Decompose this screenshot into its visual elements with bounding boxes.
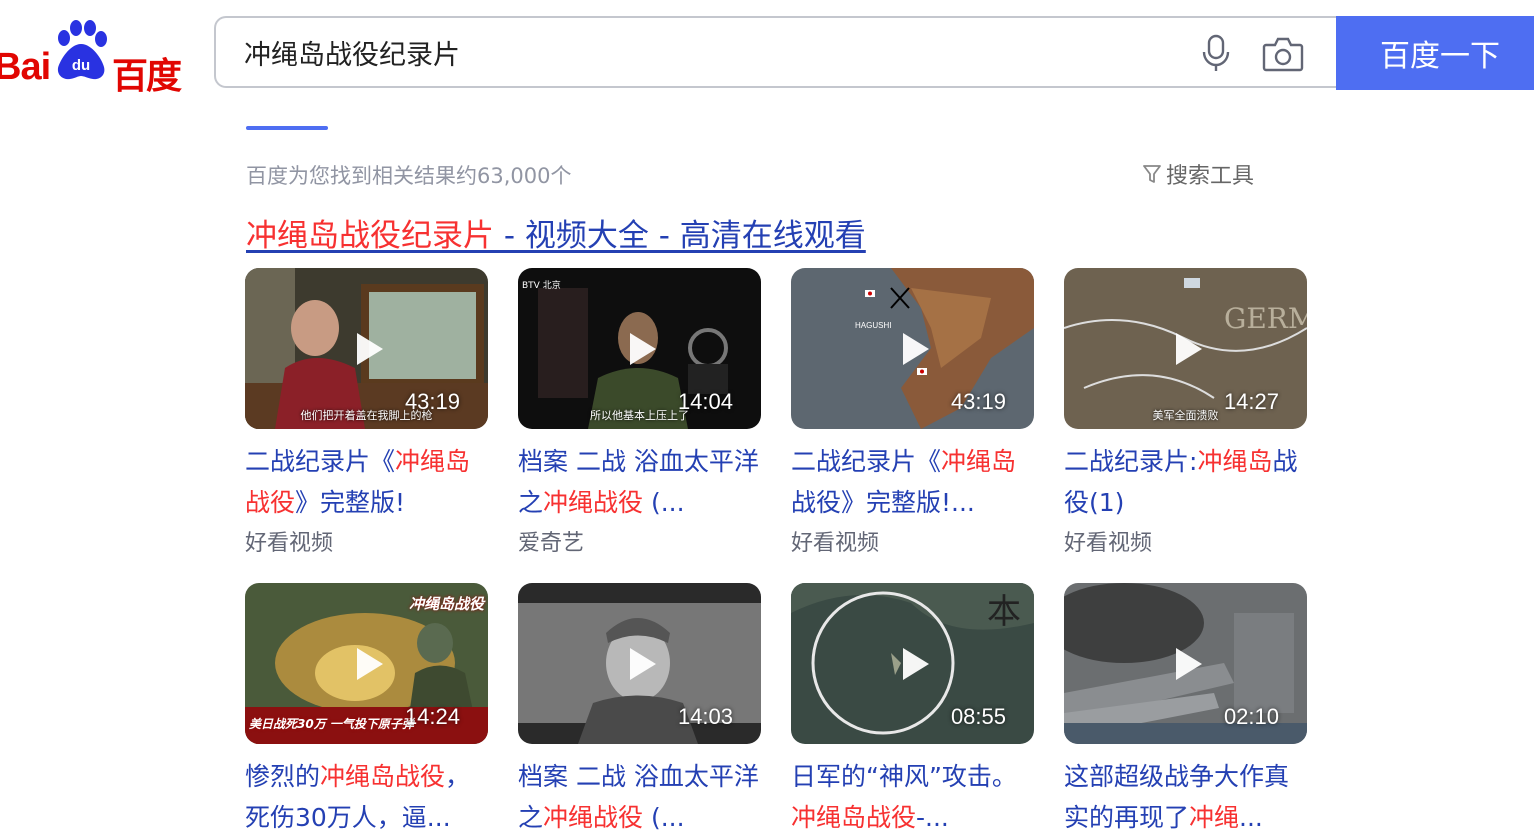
video-duration: 43:19: [404, 389, 460, 414]
map-label: GERMANY: [1224, 302, 1307, 335]
video-card[interactable]: HAGUSHI 43:19 二战纪录片《冲绳岛战役》完整版!... 好看视频: [791, 268, 1035, 557]
filter-icon: [1143, 165, 1161, 183]
video-source: 好看视频: [1064, 531, 1153, 556]
video-thumbnail[interactable]: 02:10: [1064, 583, 1307, 744]
logo-paw-text: du: [72, 57, 90, 74]
video-duration: 14:03: [677, 704, 733, 729]
play-icon: [629, 332, 656, 365]
play-icon: [1175, 647, 1202, 680]
video-thumbnail[interactable]: 他们把开着盖在我脚上的枪 43:19: [245, 268, 488, 429]
video-thumbnail[interactable]: 14:03: [518, 583, 761, 744]
result-title-highlight: 冲绳岛战役纪录片: [246, 218, 494, 254]
search-box: [214, 16, 1336, 88]
result-title-link[interactable]: 冲绳岛战役纪录片 - 视频大全 - 高清在线观看: [246, 210, 866, 255]
play-icon: [356, 647, 383, 680]
video-thumbnail[interactable]: GERMANY 美军全面溃败 14:27: [1064, 268, 1307, 429]
video-card[interactable]: 02:10 这部超级战争大作真实的再现了冲绳...: [1064, 583, 1308, 838]
microphone-icon[interactable]: [1200, 34, 1232, 72]
title-part: 二战纪录片《: [791, 447, 942, 476]
map-label: HAGUSHI: [855, 321, 891, 330]
camera-icon[interactable]: [1262, 36, 1304, 72]
play-icon: [356, 332, 383, 365]
thumbnail-overlay-title: 冲绳岛战役: [408, 595, 484, 613]
title-part: 二战纪录片:: [1064, 447, 1198, 476]
play-icon: [902, 332, 929, 365]
title-highlight: 冲绳岛: [1197, 447, 1273, 476]
video-duration: 14:24: [404, 704, 460, 729]
title-part: (...: [643, 488, 685, 517]
video-title[interactable]: 二战纪录片:冲绳岛战役(1): [1064, 441, 1308, 523]
video-duration: 14:04: [677, 389, 733, 414]
video-duration: 43:19: [950, 389, 1006, 414]
title-part: 二战纪录片《: [245, 447, 396, 476]
video-source: 好看视频: [791, 531, 880, 556]
title-part: 惨烈的: [245, 762, 321, 791]
video-title[interactable]: 档案 二战 浴血太平洋之冲绳战役 (...: [518, 441, 762, 523]
video-source: 好看视频: [245, 531, 334, 556]
video-title[interactable]: 惨烈的冲绳岛战役，死伤30万人，逼...: [245, 756, 489, 838]
search-tools-button[interactable]: 搜索工具: [1142, 158, 1254, 190]
map-label: 本: [987, 592, 1021, 632]
title-highlight: 冲绳岛战役: [320, 762, 446, 791]
title-part: 日军的“神风”攻击。: [791, 762, 1017, 791]
video-thumbnail[interactable]: 本 08:55: [791, 583, 1034, 744]
video-title[interactable]: 这部超级战争大作真实的再现了冲绳...: [1064, 756, 1308, 838]
video-duration: 08:55: [950, 704, 1006, 729]
logo-latin-text: Bai: [0, 46, 51, 88]
active-tab-indicator: [246, 126, 328, 130]
title-part: (...: [643, 803, 685, 832]
title-highlight: 冲绳岛: [941, 447, 1017, 476]
title-highlight: 冲绳战役: [543, 488, 644, 517]
video-title[interactable]: 档案 二战 浴血太平洋之冲绳战役 (...: [518, 756, 762, 838]
video-title[interactable]: 日军的“神风”攻击。冲绳岛战役-...: [791, 756, 1035, 838]
title-part: 战役》完整版!...: [791, 488, 975, 517]
search-input[interactable]: [244, 32, 1164, 72]
title-part: 》完整版!: [295, 488, 406, 517]
title-part: -...: [916, 803, 949, 832]
video-duration: 14:27: [1223, 389, 1279, 414]
play-icon: [902, 647, 929, 680]
title-highlight: 冲绳战役: [543, 803, 644, 832]
video-source: 爱奇艺: [518, 531, 585, 556]
channel-badge: BTV 北京: [522, 281, 561, 291]
title-highlight: 冲绳岛战役: [791, 803, 917, 832]
logo-chinese-text: 百度: [112, 56, 182, 97]
play-icon: [629, 647, 656, 680]
video-thumbnail[interactable]: HAGUSHI 43:19: [791, 268, 1034, 429]
play-icon: [1175, 332, 1202, 365]
video-card[interactable]: 他们把开着盖在我脚上的枪 43:19 二战纪录片《冲绳岛战役》完整版! 好看视频: [245, 268, 489, 557]
title-highlight: 冲绳: [1189, 803, 1240, 832]
baidu-logo[interactable]: Bai du 百度: [0, 20, 194, 97]
search-tools-label: 搜索工具: [1166, 164, 1255, 189]
result-title-rest: - 视频大全 - 高清在线观看: [494, 218, 866, 254]
video-card[interactable]: 本 08:55 日军的“神风”攻击。冲绳岛战役-...: [791, 583, 1035, 838]
video-duration: 02:10: [1223, 704, 1279, 729]
video-card[interactable]: GERMANY 美军全面溃败 14:27 二战纪录片:冲绳岛战役(1) 好看视频: [1064, 268, 1308, 557]
title-part: ...: [1239, 803, 1263, 832]
video-title[interactable]: 二战纪录片《冲绳岛战役》完整版!...: [791, 441, 1035, 523]
result-count: 百度为您找到相关结果约63,000个: [246, 164, 572, 188]
video-card[interactable]: BTV 北京 所以他基本上压上了 14:04 档案 二战 浴血太平洋之冲绳战役 …: [518, 268, 762, 557]
thumbnail-overlay-caption: 美日战死30万 一气投下原子弹: [249, 717, 414, 731]
search-button[interactable]: 百度一下: [1336, 16, 1534, 90]
video-title[interactable]: 二战纪录片《冲绳岛战役》完整版!: [245, 441, 489, 523]
video-thumbnail[interactable]: BTV 北京 所以他基本上压上了 14:04: [518, 268, 761, 429]
baidu-paw-icon: du: [57, 20, 107, 80]
video-card[interactable]: 冲绳岛战役 美日战死30万 一气投下原子弹 14:24 惨烈的冲绳岛战役，死伤3…: [245, 583, 489, 838]
video-thumbnail[interactable]: 冲绳岛战役 美日战死30万 一气投下原子弹 14:24: [245, 583, 488, 744]
video-card[interactable]: 14:03 档案 二战 浴血太平洋之冲绳战役 (...: [518, 583, 762, 838]
